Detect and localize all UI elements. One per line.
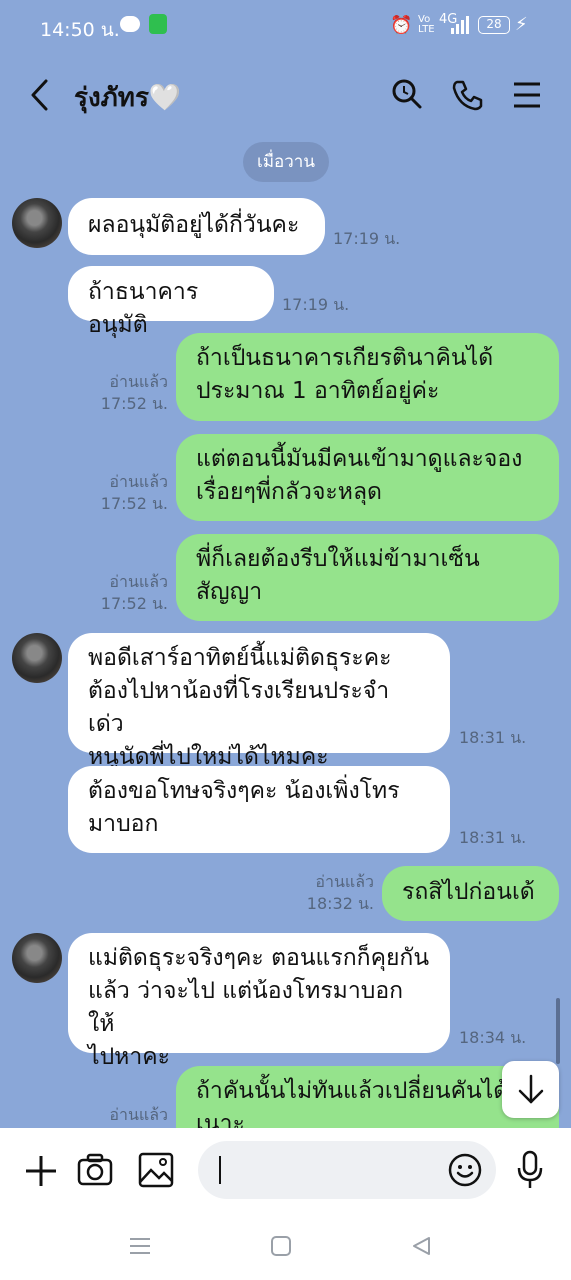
message-time: 18:31 น. (459, 728, 527, 747)
incoming-message: ผลอนุมัติอยู่ได้กี่วันคะ (68, 198, 325, 255)
incoming-message: ถ้าธนาคารอนุมัติ (68, 266, 274, 338)
read-receipt: อ่านแล้ว (109, 1105, 168, 1124)
outgoing-message: ถ้าเป็นธนาคารเกียรตินาคินได้ ประมาณ 1 อา… (176, 333, 559, 421)
message-time: 17:19 น. (282, 295, 350, 314)
battery-icon: 28 (478, 16, 510, 34)
contact-avatar[interactable] (12, 198, 62, 248)
plus-icon[interactable] (25, 1155, 57, 1187)
status-bar: 14:50 น. ⏰ Vo LTE 4G 28 ⚡ (0, 0, 571, 50)
incoming-message: พอดีเสาร์อาทิตย์นี้แม่ติดธุระคะ ต้องไปหา… (68, 633, 450, 770)
outgoing-message: พี่ก็เลยต้องรีบให้แม่ข้ามาเซ็น สัญญา (176, 534, 559, 621)
home-icon[interactable] (270, 1235, 292, 1257)
scroll-to-bottom-button[interactable] (502, 1061, 559, 1118)
date-separator: เมื่อวาน (243, 142, 329, 182)
scrollbar[interactable] (556, 998, 560, 1064)
contact-avatar[interactable] (12, 633, 62, 683)
signal-icon (451, 16, 469, 34)
mic-icon[interactable] (515, 1150, 545, 1190)
read-receipt: อ่านแล้ว 18:32 น. (306, 872, 374, 913)
chat-title[interactable]: รุ่งภัทร🤍 (74, 77, 181, 118)
arrow-down-icon (518, 1074, 544, 1104)
recent-apps-icon[interactable] (129, 1236, 151, 1256)
camera-icon[interactable] (77, 1152, 113, 1188)
phone-icon[interactable] (451, 78, 485, 112)
read-receipt: อ่านแล้ว 17:52 น. (100, 572, 168, 613)
text-cursor (219, 1156, 221, 1184)
volte-icon: Vo LTE (418, 14, 435, 35)
read-receipt: อ่านแล้ว 17:52 น. (100, 372, 168, 413)
shield-icon (149, 14, 167, 34)
incoming-message: ต้องขอโทษจริงๆคะ น้องเพิ่งโทร มาบอก (68, 766, 450, 853)
message-time: 17:19 น. (333, 229, 401, 248)
outgoing-message: แต่ตอนนี้มันมีคนเข้ามาดูและจอง เรื่อยๆพี… (176, 434, 559, 521)
status-time: 14:50 น. (40, 19, 120, 41)
system-navigation-bar (0, 1212, 571, 1280)
emoji-icon[interactable] (448, 1153, 482, 1187)
contact-avatar[interactable] (12, 933, 62, 983)
image-icon[interactable] (138, 1152, 174, 1188)
charging-icon: ⚡ (515, 14, 528, 35)
outgoing-message: รถสิไปก่อนเด้ (382, 866, 559, 921)
alarm-icon: ⏰ (390, 15, 413, 36)
search-icon[interactable] (390, 77, 424, 111)
message-time: 18:31 น. (459, 828, 527, 847)
message-time: 18:34 น. (459, 1028, 527, 1047)
line-notification-icon (120, 16, 140, 32)
back-icon[interactable] (28, 78, 52, 112)
battery-level: 28 (486, 17, 502, 31)
read-receipt: อ่านแล้ว 17:52 น. (100, 472, 168, 513)
incoming-message: แม่ติดธุระจริงๆคะ ตอนแรกก็คุยกัน แล้ว ว่… (68, 933, 450, 1070)
back-nav-icon[interactable] (410, 1235, 432, 1257)
menu-icon[interactable] (513, 82, 541, 108)
